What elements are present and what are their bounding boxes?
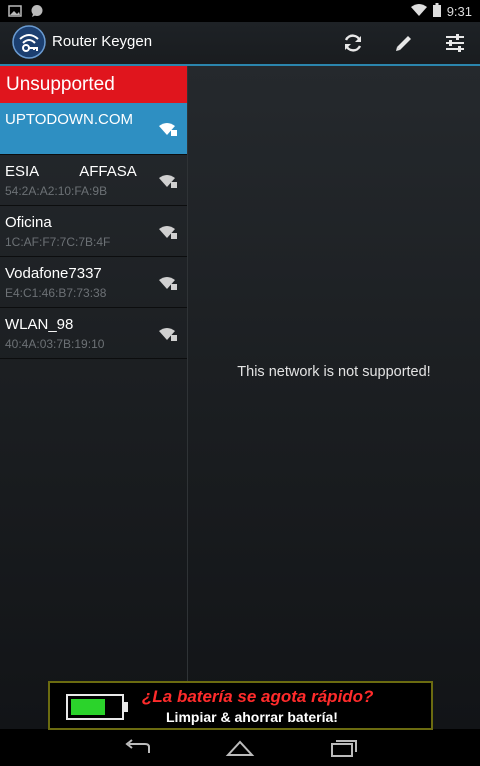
network-ssid: Vodafone7337 — [5, 265, 102, 282]
main-content: Unsupported UPTODOWN.COM ESIA AFFASA 54:… — [0, 66, 480, 729]
network-item-oficina[interactable]: Oficina 1C:AF:F7:7C:7B:4F — [0, 206, 187, 257]
network-item-esia-affasa[interactable]: ESIA AFFASA 54:2A:A2:10:FA:9B — [0, 155, 187, 206]
network-item-wlan-98[interactable]: WLAN_98 40:4A:03:7B:19:10 — [0, 308, 187, 359]
network-bssid: 40:4A:03:7B:19:10 — [5, 337, 105, 351]
network-bssid: 1C:AF:F7:7C:7B:4F — [5, 235, 111, 249]
edit-pencil-icon[interactable] — [389, 28, 419, 58]
network-bssid: 54:2A:A2:10:FA:9B — [5, 184, 108, 198]
ad-subtext: Limpiar & ahorrar batería! — [166, 709, 338, 725]
clock-time: 9:31 — [446, 4, 472, 19]
wifi-locked-icon — [158, 326, 178, 342]
wifi-locked-icon — [158, 121, 178, 137]
router-keygen-logo-icon[interactable] — [12, 25, 46, 59]
back-icon[interactable] — [118, 736, 158, 760]
wifi-locked-icon — [158, 224, 178, 240]
wifi-locked-icon — [158, 275, 178, 291]
ad-banner[interactable]: ¿La batería se agota rápido? Limpiar & a… — [48, 681, 433, 730]
image-icon — [8, 4, 22, 23]
status-bar: 9:31 — [0, 0, 480, 22]
network-bssid: E4:C1:46:B7:73:38 — [5, 286, 107, 300]
network-ssid: Oficina — [5, 214, 52, 231]
action-bar: Router Keygen — [0, 22, 480, 66]
network-ssid: ESIA AFFASA — [5, 163, 137, 180]
battery-ad-icon — [66, 694, 130, 725]
network-ssid: WLAN_98 — [5, 316, 74, 333]
not-supported-message: This network is not supported! — [237, 364, 431, 380]
chat-bubble-icon — [30, 4, 44, 23]
wifi-icon — [410, 4, 427, 19]
recents-icon[interactable] — [324, 736, 364, 760]
home-icon[interactable] — [220, 736, 260, 760]
app-title: Router Keygen — [52, 33, 153, 50]
navigation-bar — [0, 730, 480, 766]
network-item-uptodown[interactable]: UPTODOWN.COM — [0, 103, 187, 155]
network-item-vodafone7337[interactable]: Vodafone7337 E4:C1:46:B7:73:38 — [0, 257, 187, 308]
settings-sliders-icon[interactable] — [440, 28, 470, 58]
network-list-pane: Unsupported UPTODOWN.COM ESIA AFFASA 54:… — [0, 66, 188, 729]
wifi-locked-icon — [158, 173, 178, 189]
network-ssid: UPTODOWN.COM — [5, 111, 134, 128]
ad-headline: ¿La batería se agota rápido? — [142, 687, 374, 706]
battery-icon — [432, 3, 441, 20]
refresh-icon[interactable] — [338, 28, 368, 58]
network-list: UPTODOWN.COM ESIA AFFASA 54:2A:A2:10:FA:… — [0, 103, 187, 359]
unsupported-header: Unsupported — [0, 66, 187, 103]
